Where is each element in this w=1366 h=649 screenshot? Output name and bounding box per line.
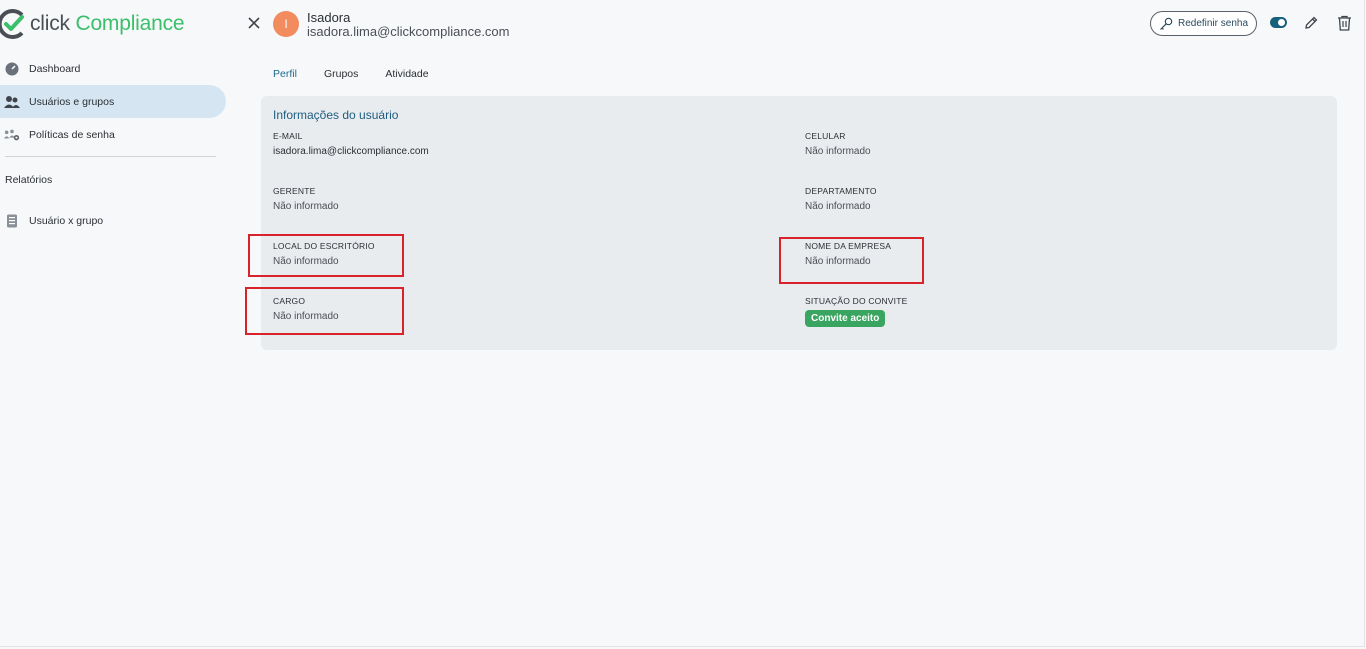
- card-title: Informações do usuário: [273, 108, 399, 122]
- pencil-icon[interactable]: [1303, 15, 1319, 31]
- field-email: E-MAIL isadora.lima@clickcompliance.com: [273, 131, 429, 157]
- key-icon: [1160, 17, 1173, 30]
- field-value: Não informado: [273, 201, 339, 212]
- field-departamento: DEPARTAMENTO Não informado: [805, 186, 877, 212]
- dashboard-gauge-icon: [4, 61, 20, 77]
- highlight-box-local: [248, 234, 404, 277]
- sidebar-section-reports: Relatórios: [5, 174, 53, 186]
- sidebar-divider: [5, 156, 216, 157]
- sidebar-item-dashboard[interactable]: Dashboard: [0, 52, 80, 85]
- tab-grupos[interactable]: Grupos: [324, 68, 358, 80]
- brand-name-part2: Compliance: [75, 12, 185, 35]
- app-window: click Compliance Dashboard Usuários e gr…: [0, 0, 1365, 647]
- brand-logo[interactable]: click Compliance: [0, 6, 185, 42]
- field-label: E-MAIL: [273, 131, 303, 141]
- sidebar-item-label: Políticas de senha: [29, 128, 115, 141]
- field-value: Não informado: [805, 201, 871, 212]
- reset-password-label: Redefinir senha: [1177, 18, 1249, 29]
- status-badge: Convite aceito: [805, 310, 886, 327]
- close-icon[interactable]: [245, 14, 263, 32]
- field-label: DEPARTAMENTO: [805, 186, 877, 196]
- tab-atividade[interactable]: Atividade: [385, 68, 428, 80]
- sidebar-item-label: Dashboard: [29, 62, 81, 75]
- avatar: I: [273, 11, 299, 37]
- tab-perfil[interactable]: Perfil: [273, 68, 297, 80]
- field-label: CELULAR: [805, 131, 846, 141]
- active-toggle[interactable]: [1270, 17, 1287, 28]
- report-icon: [4, 213, 20, 229]
- sidebar-item-password-policies[interactable]: Políticas de senha: [0, 118, 115, 151]
- trash-icon[interactable]: [1337, 15, 1352, 31]
- user-info-card: Informações do usuário E-MAIL isadora.li…: [261, 96, 1337, 350]
- field-gerente: GERENTE Não informado: [273, 186, 339, 212]
- reset-password-button[interactable]: Redefinir senha: [1150, 11, 1257, 36]
- users-icon: [4, 94, 20, 110]
- user-email: isadora.lima@clickcompliance.com: [307, 24, 510, 39]
- field-label: GERENTE: [273, 186, 316, 196]
- user-name: Isadora: [307, 10, 351, 25]
- sidebar-item-user-x-group[interactable]: Usuário x grupo: [0, 204, 103, 237]
- highlight-box-empresa: [779, 237, 924, 284]
- field-situacao-convite: SITUAÇÃO DO CONVITE Convite aceito: [805, 296, 908, 327]
- checkmark-c-logo-icon: [0, 9, 24, 39]
- field-label: SITUAÇÃO DO CONVITE: [805, 296, 908, 306]
- brand-name: click Compliance: [30, 12, 185, 36]
- profile-tabs: Perfil Grupos Atividade: [273, 68, 456, 80]
- sidebar-item-label: Usuários e grupos: [29, 95, 115, 108]
- highlight-box-cargo: [245, 287, 404, 335]
- field-value: isadora.lima@clickcompliance.com: [273, 146, 429, 157]
- brand-name-part1: click: [30, 12, 70, 35]
- password-policy-icon: [4, 127, 20, 143]
- field-celular: CELULAR Não informado: [805, 131, 871, 157]
- sidebar-item-label: Usuário x grupo: [29, 214, 104, 227]
- field-value: Não informado: [805, 146, 871, 157]
- sidebar-item-users-groups[interactable]: Usuários e grupos: [0, 85, 226, 118]
